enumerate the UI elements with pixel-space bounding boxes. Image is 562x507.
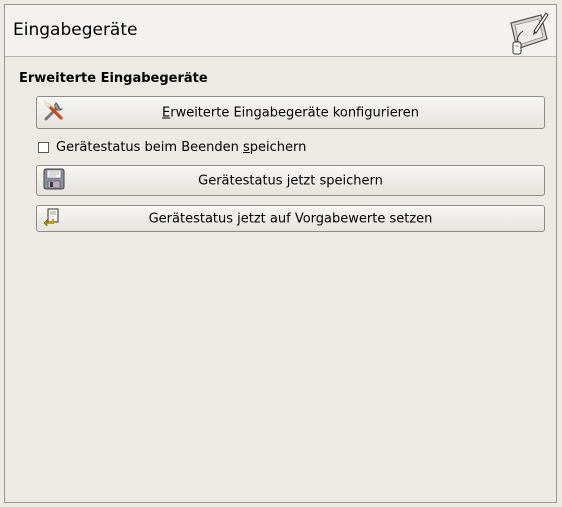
panel-header: Eingabegeräte [5,5,556,57]
revert-icon [42,208,60,230]
save-on-exit-checkbox-row[interactable]: Gerätestatus beim Beenden speichern [38,139,306,155]
save-on-exit-label: Gerätestatus beim Beenden speichern [56,139,307,155]
floppy-disk-icon [42,167,66,195]
input-devices-tablet-icon [505,9,551,55]
tools-icon [42,99,66,127]
configure-button-label: Erweiterte Eingabegeräte konfigurieren [162,105,419,120]
reset-to-defaults-button[interactable]: Gerätestatus jetzt auf Vorgabewerte setz… [36,205,545,232]
preferences-panel: Eingabegeräte Erweiterte Eingabegeräte E… [4,4,557,503]
save-device-status-button[interactable]: Gerätestatus jetzt speichern [36,165,545,196]
page-title: Eingabegeräte [13,20,138,40]
reset-button-label: Gerätestatus jetzt auf Vorgabewerte setz… [148,211,433,226]
section-title: Erweiterte Eingabegeräte [19,71,208,86]
save-button-label: Gerätestatus jetzt speichern [198,173,383,188]
configure-input-devices-button[interactable]: Erweiterte Eingabegeräte konfigurieren [36,96,545,129]
save-on-exit-checkbox[interactable] [38,141,49,153]
